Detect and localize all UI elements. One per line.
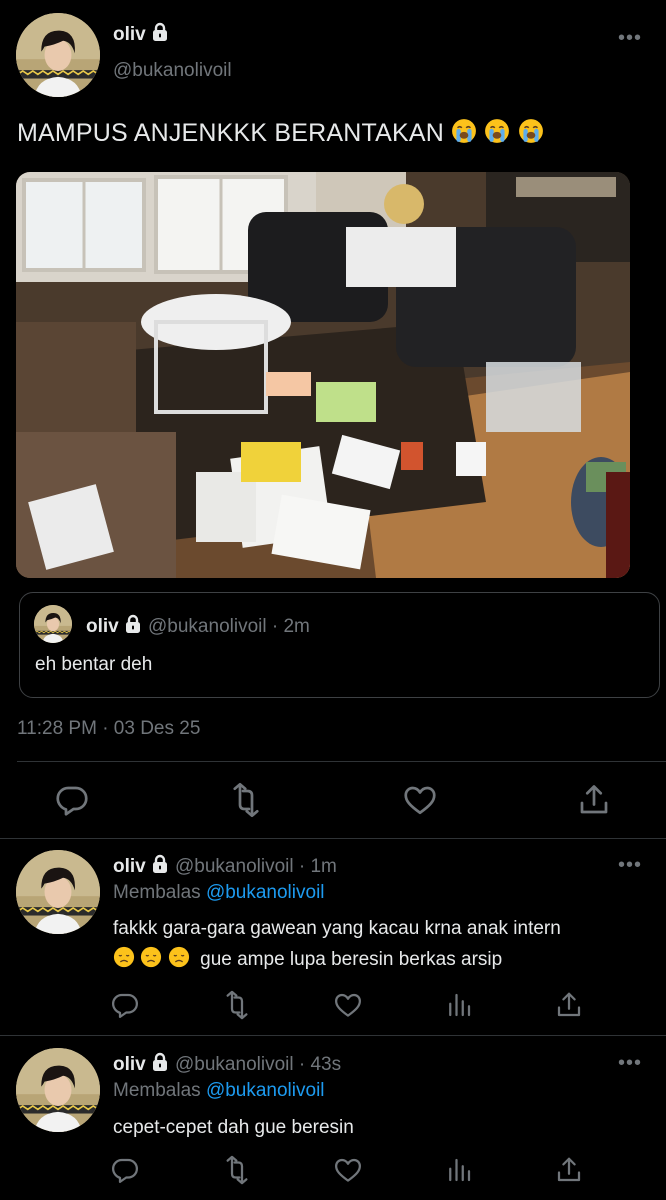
quote-author-name: oliv	[86, 616, 119, 637]
more-options-icon[interactable]: •••	[618, 854, 642, 877]
more-options-icon[interactable]: •••	[618, 1052, 642, 1075]
loudly-crying-face-icon	[484, 118, 510, 144]
replying-to-link[interactable]: @bukanolivoil	[206, 882, 325, 903]
tweet-text: MAMPUS ANJENKKK BERANTAKAN	[17, 118, 544, 148]
quote-author-handle: @bukanolivoil	[148, 616, 267, 637]
replying-to-link[interactable]: @bukanolivoil	[206, 1080, 325, 1101]
quote-time: · 2m	[271, 616, 310, 637]
reply-text: cepet-cepet dah gue beresin	[113, 1112, 653, 1143]
author-handle[interactable]: @bukanolivoil	[175, 856, 294, 877]
like-icon[interactable]	[333, 1155, 363, 1185]
disappointed-face-icon	[140, 946, 162, 968]
messy-room-image	[16, 172, 630, 578]
tweet-text-content: MAMPUS ANJENKKK BERANTAKAN	[17, 119, 445, 147]
quote-text: eh bentar deh	[35, 654, 153, 675]
retweet-icon[interactable]	[222, 1155, 252, 1185]
replying-to: Membalas @bukanolivoil	[113, 1080, 325, 1102]
replying-label: Membalas	[113, 1080, 201, 1101]
reply-header: oliv @bukanolivoil · 43s	[113, 1052, 341, 1076]
like-icon[interactable]	[402, 782, 438, 818]
lock-icon	[150, 1052, 170, 1072]
quote-avatar	[34, 605, 72, 643]
reply-actions	[0, 1155, 666, 1195]
reply-time: · 1m	[298, 856, 337, 877]
lock-icon	[150, 854, 170, 874]
reply-text: fakkk gara-gara gawean yang kacau krna a…	[113, 913, 653, 975]
reply-tweet[interactable]: oliv @bukanolivoil · 1m ••• Membalas @bu…	[0, 838, 666, 1036]
author-handle[interactable]: @bukanolivoil	[175, 1054, 294, 1075]
author-name-text: oliv	[113, 24, 146, 45]
like-icon[interactable]	[333, 990, 363, 1020]
author-name[interactable]: oliv	[113, 22, 170, 46]
reply-icon[interactable]	[110, 1155, 140, 1185]
quote-header: oliv @bukanolivoil · 2m	[86, 614, 310, 638]
tweet-actions	[0, 782, 666, 822]
reply-icon[interactable]	[54, 782, 90, 818]
tweet-photo[interactable]	[16, 172, 630, 578]
reply-icon[interactable]	[110, 990, 140, 1020]
share-icon[interactable]	[576, 782, 612, 818]
avatar[interactable]	[16, 850, 100, 934]
reply-tweet[interactable]: oliv @bukanolivoil · 43s ••• Membalas @b…	[0, 1035, 666, 1200]
disappointed-face-icon	[113, 946, 135, 968]
tweet-timestamp[interactable]: 11:28 PM · 03 Des 25	[17, 718, 200, 740]
stats-icon[interactable]	[444, 990, 474, 1020]
author-name[interactable]: oliv	[113, 856, 146, 877]
lock-icon	[150, 22, 170, 42]
share-icon[interactable]	[554, 990, 584, 1020]
stats-icon[interactable]	[444, 1155, 474, 1185]
disappointed-face-icon	[168, 946, 190, 968]
divider	[17, 761, 666, 762]
author-handle[interactable]: @bukanolivoil	[113, 60, 232, 82]
replying-to: Membalas @bukanolivoil	[113, 882, 325, 904]
retweet-icon[interactable]	[222, 990, 252, 1020]
reply-actions	[0, 990, 666, 1030]
avatar[interactable]	[16, 13, 100, 97]
quoted-tweet[interactable]: oliv @bukanolivoil · 2m eh bentar deh	[19, 592, 660, 698]
reply-text-line: gue ampe lupa beresin berkas arsip	[200, 949, 503, 970]
share-icon[interactable]	[554, 1155, 584, 1185]
author-name[interactable]: oliv	[113, 1054, 146, 1075]
avatar[interactable]	[16, 1048, 100, 1132]
reply-time: · 43s	[298, 1054, 342, 1075]
lock-icon	[123, 614, 143, 634]
reply-text-line: cepet-cepet dah gue beresin	[113, 1117, 354, 1138]
retweet-icon[interactable]	[228, 782, 264, 818]
reply-text-line-2: gue ampe lupa beresin berkas arsip	[113, 944, 653, 975]
loudly-crying-face-icon	[451, 118, 477, 144]
reply-header: oliv @bukanolivoil · 1m	[113, 854, 337, 878]
loudly-crying-face-icon	[518, 118, 544, 144]
more-options-icon[interactable]: •••	[618, 27, 642, 50]
reply-text-line: fakkk gara-gara gawean yang kacau krna a…	[113, 918, 561, 939]
replying-label: Membalas	[113, 882, 201, 903]
